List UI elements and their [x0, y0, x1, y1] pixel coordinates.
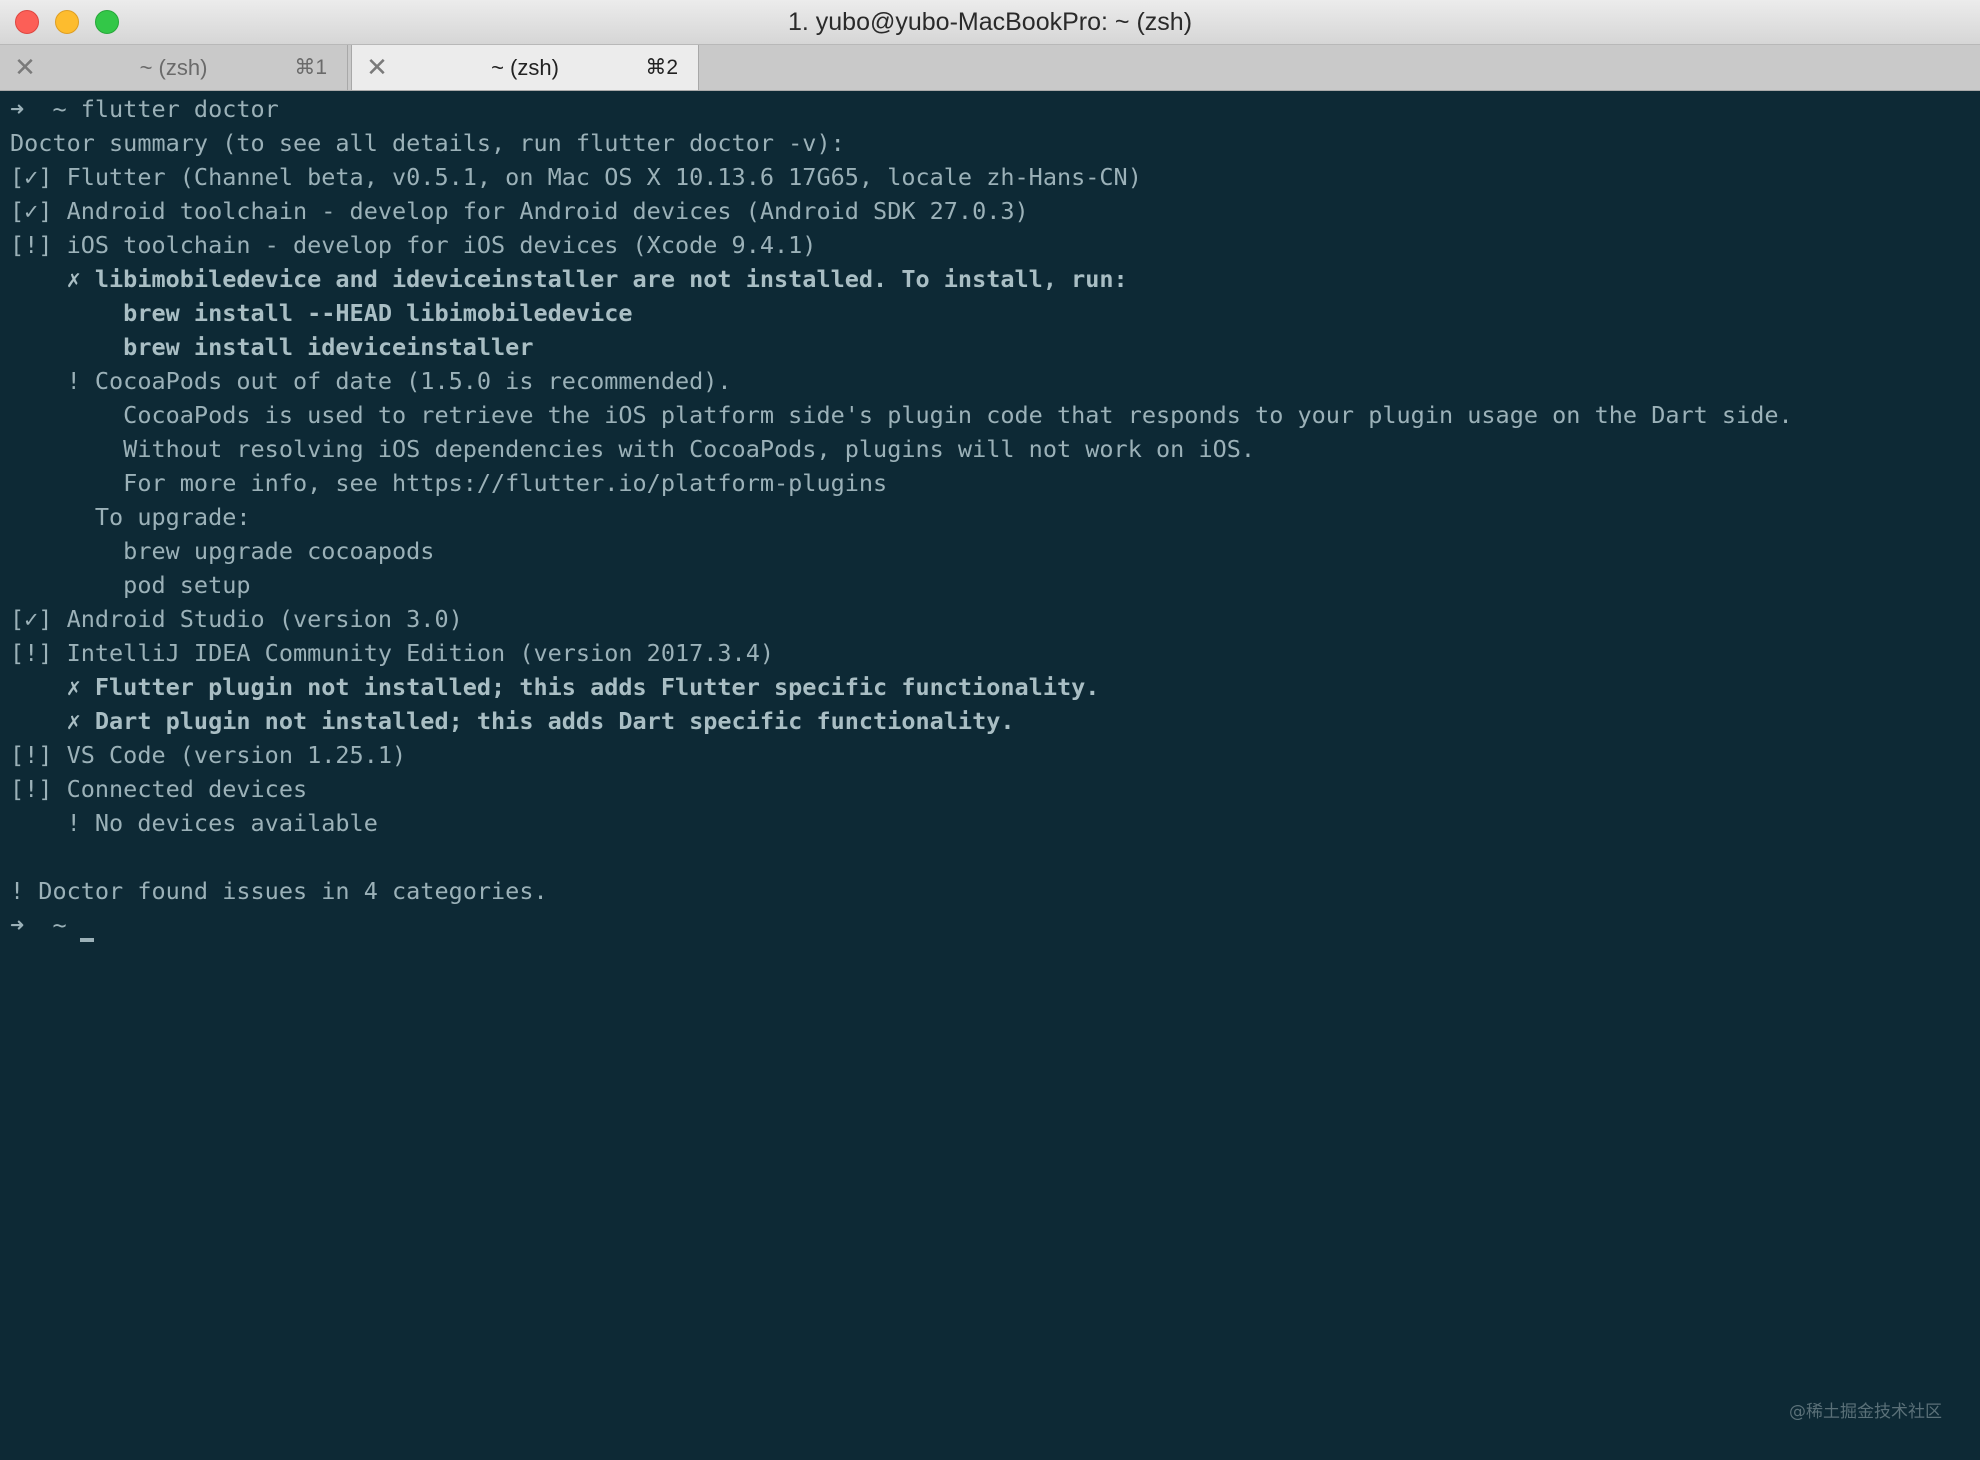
terminal-line: ! No devices available [10, 809, 378, 837]
title-bar[interactable]: 1. yubo@yubo-MacBookPro: ~ (zsh) [0, 0, 1980, 45]
terminal-line: brew install ideviceinstaller [10, 333, 534, 361]
terminal-line: [!] Connected devices [10, 775, 308, 803]
terminal-line: ✗ libimobiledevice and ideviceinstaller … [10, 265, 1128, 293]
terminal-line: Without resolving iOS dependencies with … [10, 435, 1256, 463]
terminal-line: pod setup [10, 571, 251, 599]
terminal-line: [✓] Android Studio (version 3.0) [10, 605, 463, 633]
text-cursor [80, 938, 94, 942]
tab-shortcut: ⌘1 [294, 56, 327, 79]
terminal-output[interactable]: ➜ ~ flutter doctor Doctor summary (to se… [0, 92, 1980, 1460]
tab-bar: ✕ ~ (zsh) ⌘1 ✕ ~ (zsh) ⌘2 [0, 45, 1980, 91]
tab-1[interactable]: ✕ ~ (zsh) ⌘1 [0, 45, 348, 90]
terminal-line: ✗ Dart plugin not installed; this adds D… [10, 707, 1015, 735]
terminal-line: [!] iOS toolchain - develop for iOS devi… [10, 231, 817, 259]
terminal-line: [!] IntelliJ IDEA Community Edition (ver… [10, 639, 775, 667]
terminal-line: [✓] Flutter (Channel beta, v0.5.1, on Ma… [10, 163, 1142, 191]
terminal-line: ! Doctor found issues in 4 categories. [10, 877, 548, 905]
terminal-line: ! CocoaPods out of date (1.5.0 is recomm… [10, 367, 732, 395]
terminal-line: [!] VS Code (version 1.25.1) [10, 741, 407, 769]
tab-shortcut: ⌘2 [645, 56, 678, 79]
terminal-line: CocoaPods is used to retrieve the iOS pl… [10, 401, 1793, 429]
terminal-line: For more info, see https://flutter.io/pl… [10, 469, 888, 497]
terminal-line: ➜ ~ flutter doctor [10, 95, 279, 123]
terminal-line: Doctor summary (to see all details, run … [10, 129, 845, 157]
tab-2[interactable]: ✕ ~ (zsh) ⌘2 [351, 45, 699, 90]
terminal-line: brew upgrade cocoapods [10, 537, 435, 565]
watermark: @稀土掘金技术社区 [1789, 1402, 1942, 1422]
terminal-line: ✗ Flutter plugin not installed; this add… [10, 673, 1100, 701]
terminal-line: brew install --HEAD libimobiledevice [10, 299, 633, 327]
terminal-prompt: ➜ ~ [10, 911, 67, 939]
terminal-window: 1. yubo@yubo-MacBookPro: ~ (zsh) ✕ ~ (zs… [0, 0, 1980, 1460]
terminal-line: [✓] Android toolchain - develop for Andr… [10, 197, 1029, 225]
window-title: 1. yubo@yubo-MacBookPro: ~ (zsh) [787, 8, 1193, 36]
terminal-line: To upgrade: [10, 503, 251, 531]
